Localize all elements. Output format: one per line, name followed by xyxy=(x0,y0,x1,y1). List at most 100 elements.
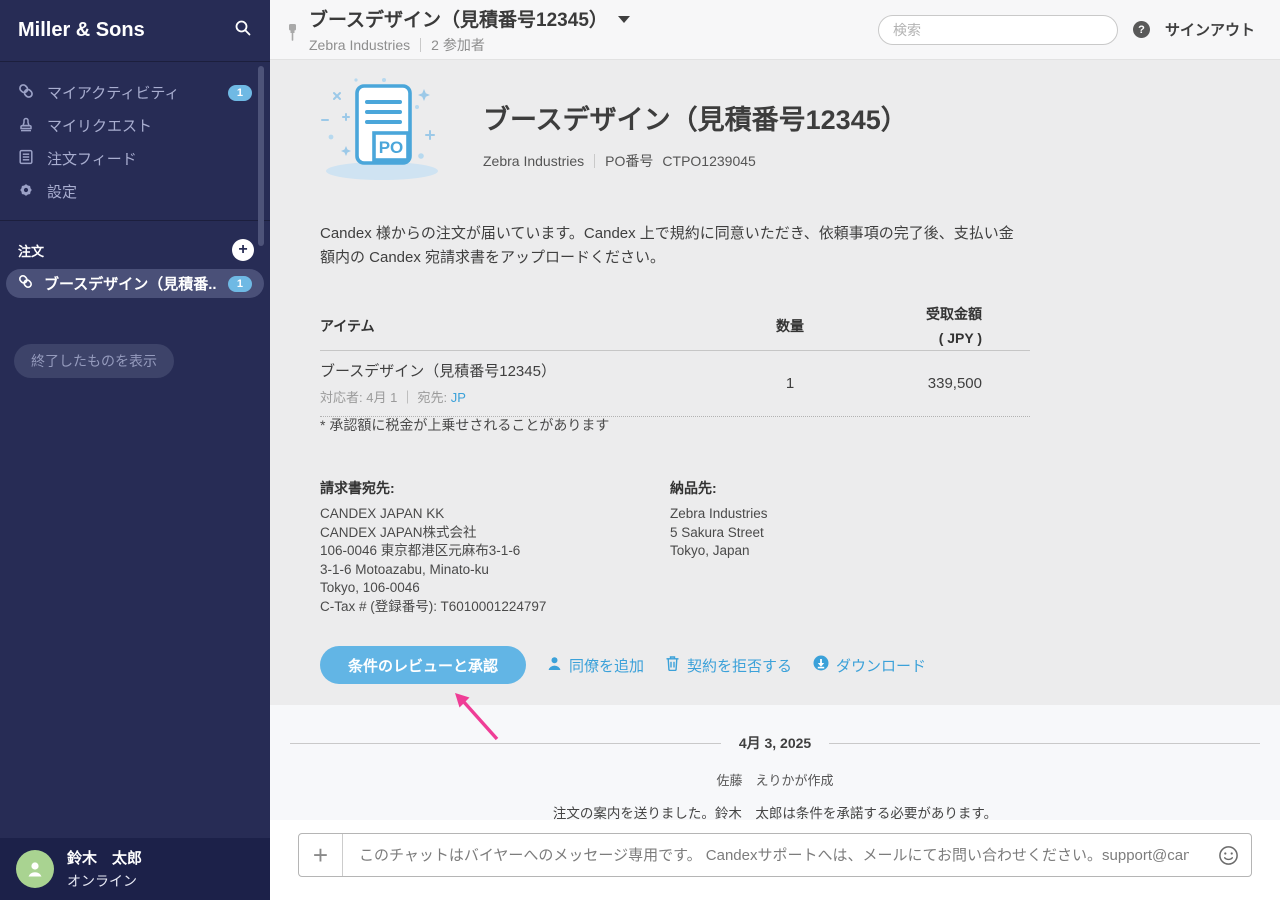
show-completed-button[interactable]: 終了したものを表示 xyxy=(14,344,174,378)
timeline-date-divider: 4月 3, 2025 xyxy=(270,705,1280,753)
page-title: ブースデザイン（見積番号12345） xyxy=(309,5,608,32)
plus-icon: + xyxy=(238,242,247,258)
search-input[interactable] xyxy=(878,15,1118,45)
order-card: PO ブースデザイン（見積番号12345） Zebra Industries P… xyxy=(270,60,1280,705)
person-icon xyxy=(547,656,562,675)
download-icon xyxy=(813,655,829,675)
amount-header-line1: 受取金額 xyxy=(926,306,982,322)
orders-section-header: 注文 + xyxy=(0,221,270,269)
amount-header-line2: ( JPY ) xyxy=(939,330,982,346)
sidebar-order-item-selected[interactable]: ブースデザイン（見積番... 1 xyxy=(6,269,264,298)
topbar: ブースデザイン（見積番号12345） Zebra Industries 2 参加… xyxy=(270,0,1280,60)
po-number: CTPO1239045 xyxy=(662,153,755,169)
activity-badge: 1 xyxy=(228,85,252,101)
company-name: Miller & Sons xyxy=(18,19,145,42)
bill-to-block: 請求書宛先: CANDEX JAPAN KK CANDEX JAPAN株式会社 … xyxy=(320,478,670,616)
stamp-icon xyxy=(18,116,34,136)
sidebar-item-my-activity[interactable]: マイアクティビティ 1 xyxy=(0,76,270,109)
add-colleague-label: 同僚を追加 xyxy=(569,655,644,676)
add-colleague-button[interactable]: 同僚を追加 xyxy=(547,655,644,676)
bill-to-line: Tokyo, 106-0046 xyxy=(320,579,670,598)
sidebar-item-label: マイアクティビティ xyxy=(47,82,179,103)
bill-to-line: CANDEX JAPAN KK xyxy=(320,505,670,524)
emoji-button[interactable] xyxy=(1205,834,1251,876)
sidebar: Miller & Sons マイアクティビティ 1 マイリクエスト 注文フィード xyxy=(0,0,270,900)
item-meta: 対応者: 4月 1 ｜ 宛先: JP xyxy=(320,387,720,406)
order-item-label: ブースデザイン（見積番... xyxy=(44,273,217,294)
smiley-icon xyxy=(1218,845,1239,866)
timeline-creator: 佐藤 えりかが作成 xyxy=(270,770,1280,789)
sidebar-scrollbar-thumb[interactable] xyxy=(258,66,264,246)
sidebar-item-settings[interactable]: 設定 xyxy=(0,175,270,208)
item-amount: 339,500 xyxy=(860,375,1030,392)
bill-to-line: 106-0046 東京都港区元麻布3-1-6 xyxy=(320,542,670,561)
ship-to-line: 5 Sakura Street xyxy=(670,524,768,543)
user-status: オンライン xyxy=(67,871,142,891)
signout-button[interactable]: サインアウト xyxy=(1165,19,1255,40)
sidebar-item-label: マイリクエスト xyxy=(47,115,152,136)
item-qty: 1 xyxy=(720,375,860,392)
column-header-amount: 受取金額 ( JPY ) xyxy=(860,302,1030,350)
ship-to-block: 納品先: Zebra Industries 5 Sakura Street To… xyxy=(670,478,768,616)
buyer-company: Zebra Industries xyxy=(483,153,584,169)
download-label: ダウンロード xyxy=(836,655,926,676)
ship-to-line: Tokyo, Japan xyxy=(670,542,768,561)
timeline: 4月 3, 2025 佐藤 えりかが作成 注文の案内を送りました。鈴木 太郎は条… xyxy=(270,705,1280,820)
sidebar-menu: マイアクティビティ 1 マイリクエスト 注文フィード 設定 xyxy=(0,62,270,208)
pin-icon[interactable] xyxy=(286,23,299,48)
bill-to-label: 請求書宛先: xyxy=(320,478,670,498)
item-name: ブースデザイン（見積番号12345） xyxy=(320,360,720,381)
order-title: ブースデザイン（見積番号12345） xyxy=(483,98,908,137)
topbar-subtitle: Zebra Industries 2 参加者 xyxy=(309,35,630,55)
approve-button[interactable]: 条件のレビューと承認 xyxy=(320,646,526,684)
trash-icon xyxy=(665,655,680,675)
add-order-button[interactable]: + xyxy=(232,239,254,261)
chevron-down-icon xyxy=(618,16,630,23)
sidebar-user-panel[interactable]: 鈴木 太郎 オンライン xyxy=(0,838,270,900)
feed-icon xyxy=(18,149,34,169)
participants-count[interactable]: 2 参加者 xyxy=(431,35,485,55)
column-header-qty: 数量 xyxy=(720,316,860,336)
help-glyph: ? xyxy=(1138,24,1145,36)
bill-to-line: CANDEX JAPAN株式会社 xyxy=(320,524,670,543)
link-icon xyxy=(18,274,33,293)
order-items-table: アイテム 数量 受取金額 ( JPY ) ブースデザイン（見積番号12345） … xyxy=(320,302,1030,417)
destination-link[interactable]: JP xyxy=(451,390,466,405)
sidebar-header: Miller & Sons xyxy=(0,0,270,62)
ship-to-line: Zebra Industries xyxy=(670,505,768,524)
orders-section-label: 注文 xyxy=(18,241,44,260)
divider xyxy=(594,154,595,168)
order-subtitle: Zebra Industries PO番号 CTPO1239045 xyxy=(483,151,908,171)
column-header-item: アイテム xyxy=(320,316,720,336)
link-icon xyxy=(18,83,34,103)
attach-button[interactable]: + xyxy=(299,834,343,876)
reject-contract-label: 契約を拒否する xyxy=(687,655,792,676)
order-description: Candex 様からの注文が届いています。Candex 上で規約に同意いただき、… xyxy=(320,222,1020,270)
table-row: ブースデザイン（見積番号12345） 対応者: 4月 1 ｜ 宛先: JP 1 … xyxy=(320,351,1030,417)
table-header-row: アイテム 数量 受取金額 ( JPY ) xyxy=(320,302,1030,351)
order-item-badge: 1 xyxy=(228,276,252,292)
order-title-dropdown[interactable]: ブースデザイン（見積番号12345） xyxy=(309,5,630,32)
divider xyxy=(420,38,421,52)
search-icon[interactable] xyxy=(234,19,252,42)
plus-icon: + xyxy=(313,840,328,871)
ship-to-label: 納品先: xyxy=(670,478,768,498)
user-name: 鈴木 太郎 xyxy=(67,847,142,868)
help-icon[interactable]: ? xyxy=(1133,21,1150,38)
svg-text:PO: PO xyxy=(379,138,404,157)
download-button[interactable]: ダウンロード xyxy=(813,655,926,676)
divider-line xyxy=(829,743,1260,744)
item-meta-text: 対応者: 4月 1 ｜ 宛先: xyxy=(320,390,451,405)
reject-contract-button[interactable]: 契約を拒否する xyxy=(665,655,792,676)
chat-message-input[interactable] xyxy=(343,834,1205,876)
sidebar-item-my-requests[interactable]: マイリクエスト xyxy=(0,109,270,142)
addresses: 請求書宛先: CANDEX JAPAN KK CANDEX JAPAN株式会社 … xyxy=(320,478,768,616)
sidebar-item-order-feed[interactable]: 注文フィード xyxy=(0,142,270,175)
chat-bar: + xyxy=(270,820,1280,900)
chat-input-box: + xyxy=(298,833,1252,877)
order-actions: 条件のレビューと承認 同僚を追加 契約を拒否する ダウンロード xyxy=(320,646,926,684)
divider-line xyxy=(290,743,721,744)
avatar xyxy=(16,850,54,888)
gear-icon xyxy=(18,182,34,202)
bill-to-line: 3-1-6 Motoazabu, Minato-ku xyxy=(320,561,670,580)
